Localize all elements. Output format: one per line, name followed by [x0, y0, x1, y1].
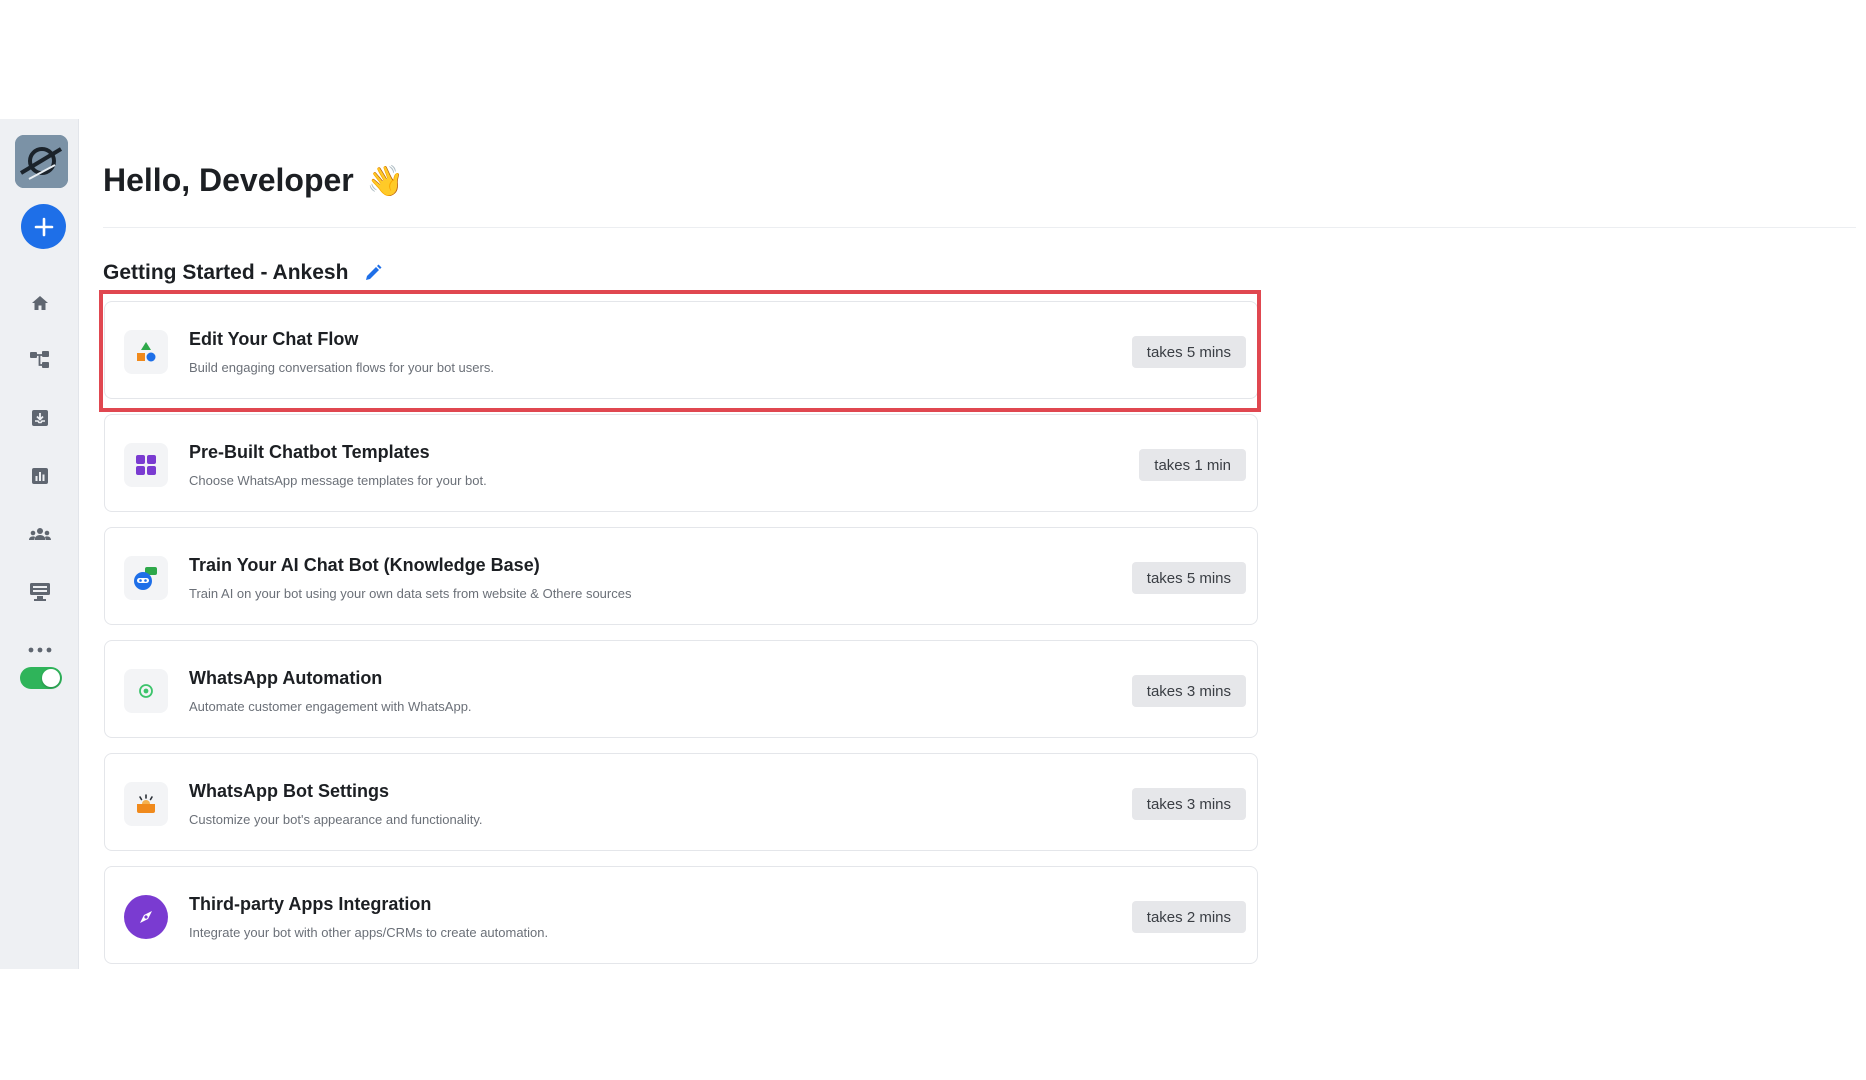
- bot-avatar[interactable]: [15, 135, 68, 188]
- analytics-icon: [32, 468, 48, 484]
- bot-status-toggle[interactable]: [20, 667, 62, 689]
- compass-icon: [140, 911, 152, 923]
- duration-badge: takes 5 mins: [1131, 336, 1246, 368]
- grid-icon: [136, 455, 156, 475]
- sidebar-item-analytics[interactable]: [20, 456, 60, 496]
- card-title: Edit Your Chat Flow: [189, 329, 359, 349]
- ai-bot-icon: [134, 567, 157, 590]
- flow-icon: [30, 351, 49, 368]
- card-icon-wrap: [124, 556, 168, 600]
- card-description: Train AI on your bot using your own data…: [189, 586, 632, 601]
- inbox-icon: [32, 410, 48, 426]
- task-card-edit-chat-flow[interactable]: Edit Your Chat Flow Build engaging conve…: [104, 301, 1258, 399]
- contacts-icon: [29, 528, 51, 540]
- header-divider: [103, 227, 1856, 228]
- duration-badge: takes 3 mins: [1131, 675, 1246, 707]
- duration-badge: takes 2 mins: [1131, 901, 1246, 933]
- more-icon: [28, 647, 52, 653]
- pencil-icon: [366, 264, 382, 280]
- whatsapp-icon: [139, 684, 153, 698]
- card-title: Train Your AI Chat Bot (Knowledge Base): [189, 555, 540, 575]
- create-bot-button[interactable]: [21, 204, 66, 249]
- card-icon-wrap: [124, 669, 168, 713]
- greeting-text: Hello, Developer: [103, 162, 354, 198]
- broadcast-icon: [30, 583, 50, 601]
- sidebar-item-broadcast[interactable]: [20, 572, 60, 612]
- card-icon-wrap: [124, 330, 168, 374]
- card-title: Pre-Built Chatbot Templates: [189, 442, 430, 462]
- duration-badge: takes 3 mins: [1131, 788, 1246, 820]
- task-card-bot-settings[interactable]: WhatsApp Bot Settings Customize your bot…: [104, 753, 1258, 851]
- card-description: Choose WhatsApp message templates for yo…: [189, 473, 487, 488]
- sidebar-item-inbox[interactable]: [20, 398, 60, 438]
- edit-title-button[interactable]: [363, 263, 383, 283]
- section-title: Getting Started - Ankesh: [103, 261, 349, 284]
- card-description: Automate customer engagement with WhatsA…: [189, 699, 472, 714]
- duration-badge: takes 1 min: [1139, 449, 1246, 481]
- task-card-integrations[interactable]: Third-party Apps Integration Integrate y…: [104, 866, 1258, 964]
- task-card-whatsapp-automation[interactable]: WhatsApp Automation Automate customer en…: [104, 640, 1258, 738]
- wave-emoji: 👋: [366, 165, 404, 198]
- plus-icon: [34, 217, 53, 236]
- sidebar-item-more[interactable]: [20, 630, 60, 670]
- sidebar-item-flows[interactable]: [20, 340, 60, 380]
- card-icon-wrap: [124, 443, 168, 487]
- bot-logo-icon: [15, 135, 68, 188]
- sidebar: [0, 119, 79, 969]
- card-description: Customize your bot's appearance and func…: [189, 812, 483, 827]
- sidebar-item-home[interactable]: [20, 283, 60, 323]
- card-title: WhatsApp Automation: [189, 668, 383, 688]
- card-description: Integrate your bot with other apps/CRMs …: [189, 925, 549, 940]
- card-description: Build engaging conversation flows for yo…: [189, 360, 494, 375]
- page-greeting: Hello, Developer 👋: [103, 160, 404, 202]
- duration-badge: takes 5 mins: [1131, 562, 1246, 594]
- task-card-train-ai[interactable]: Train Your AI Chat Bot (Knowledge Base) …: [104, 527, 1258, 625]
- task-card-templates[interactable]: Pre-Built Chatbot Templates Choose Whats…: [104, 414, 1258, 512]
- card-title: WhatsApp Bot Settings: [189, 781, 389, 801]
- sidebar-item-contacts[interactable]: [20, 514, 60, 554]
- shapes-icon: [137, 342, 156, 362]
- card-title: Third-party Apps Integration: [189, 894, 432, 914]
- card-icon-wrap: [124, 895, 168, 939]
- card-icon-wrap: [124, 782, 168, 826]
- home-icon: [32, 296, 48, 310]
- bot-settings-icon: [137, 794, 155, 813]
- toggle-knob: [42, 669, 60, 687]
